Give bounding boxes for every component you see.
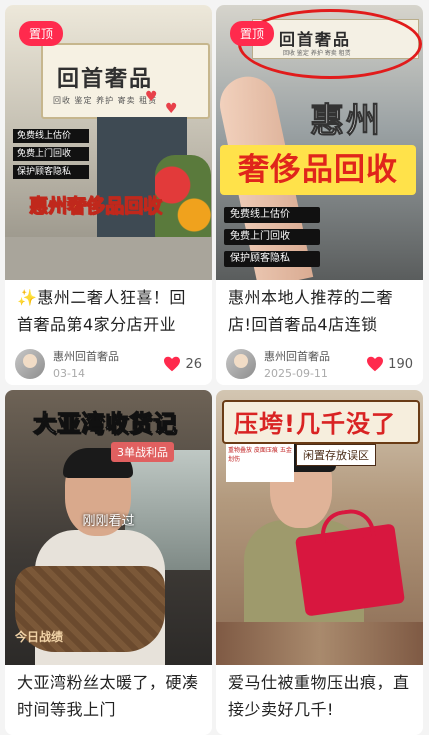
- heart-balloon-icon: ♥: [165, 101, 178, 117]
- recently-viewed-overlay: 刚刚看过: [82, 514, 135, 529]
- cover-corner-text: 今日战绩: [15, 630, 64, 644]
- note-card[interactable]: 压垮!几千没了 闲置存放误区 重物叠放 皮面压痕 五金划伤 爱马仕被重物压出痕，…: [216, 390, 423, 735]
- like-button[interactable]: 26: [163, 356, 202, 372]
- note-cover-image[interactable]: 置顶 回首奢品 回收 鉴定 养护 寄卖 租赁 ♥ ♥ 免费线上估价 免费上门回收…: [5, 5, 212, 280]
- cover-bullet: 免费线上估价: [13, 129, 89, 143]
- store-sign: 回首奢品 回收 鉴定 养护 寄卖 租赁: [41, 43, 210, 119]
- cover-banner: 压垮!几千没了: [222, 400, 420, 444]
- floor: [5, 237, 212, 280]
- note-card[interactable]: 置顶 回首奢品 回收 鉴定 养护 寄卖 租赁 ♥ ♥ 免费线上估价 免费上门回收…: [5, 5, 212, 385]
- note-card[interactable]: 大亚湾收货记 3单战利品 刚刚看过 今日战绩 大亚湾粉丝太暖了，硬凑时间等我上门: [5, 390, 212, 735]
- note-title[interactable]: 大亚湾粉丝太暖了，硬凑时间等我上门: [5, 665, 212, 723]
- cover-tag: 3单战利品: [111, 442, 174, 462]
- cover-headline: 压垮!几千没了: [234, 410, 396, 438]
- cover-headline: 惠州奢侈品回收: [28, 195, 163, 218]
- cover-headline: 惠州: [310, 101, 382, 142]
- note-cover-image[interactable]: 压垮!几千没了 闲置存放误区 重物叠放 皮面压痕 五金划伤: [216, 390, 423, 665]
- note-card[interactable]: 置顶 回首奢品 回收 鉴定 养护 寄卖 租赁 惠州 奢侈品回收 免费线上估价 免…: [216, 5, 423, 385]
- post-date: 03-14: [53, 367, 85, 380]
- cover-bullet: 免费上门回收: [224, 229, 320, 245]
- display-counter: [216, 622, 423, 665]
- note-cover-image[interactable]: 置顶 回首奢品 回收 鉴定 养护 寄卖 租赁 惠州 奢侈品回收 免费线上估价 免…: [216, 5, 423, 280]
- heart-icon: [367, 356, 384, 372]
- avatar[interactable]: [226, 349, 256, 379]
- avatar[interactable]: [15, 349, 45, 379]
- like-count: 26: [185, 356, 202, 372]
- note-meta: 惠州回首奢品 03-14 26: [5, 338, 212, 384]
- cover-bullet: 免费线上估价: [224, 207, 320, 223]
- note-cover-image[interactable]: 大亚湾收货记 3单战利品 刚刚看过 今日战绩: [5, 390, 212, 665]
- cover-note: 重物叠放 皮面压痕 五金划伤: [226, 444, 294, 482]
- note-title[interactable]: ✨惠州二奢人狂喜！回首奢品第4家分店开业: [5, 280, 212, 338]
- cover-headline: 大亚湾收货记: [33, 411, 177, 438]
- note-title[interactable]: 惠州本地人推荐的二奢店!回首奢品4店连锁: [216, 280, 423, 338]
- note-meta: 惠州回首奢品 2025-09-11 190: [216, 338, 423, 384]
- cover-bullet: 保护顾客隐私: [224, 251, 320, 267]
- store-sign-title: 回首奢品: [57, 67, 154, 92]
- heart-icon: [164, 356, 181, 372]
- like-button[interactable]: 190: [366, 356, 413, 372]
- pinned-badge: 置顶: [19, 21, 64, 46]
- author-name[interactable]: 惠州回首奢品: [264, 348, 366, 364]
- cover-headline: 奢侈品回收: [220, 145, 416, 195]
- heart-balloon-icon: ♥: [145, 89, 158, 105]
- post-date: 2025-09-11: [264, 367, 328, 380]
- author-name[interactable]: 惠州回首奢品: [53, 348, 163, 364]
- note-title[interactable]: 爱马仕被重物压出痕，直接少卖好几千!: [216, 665, 423, 723]
- store-sign-subtitle: 回收 鉴定 养护 寄卖 租赁: [53, 96, 158, 105]
- cover-bullet: 免费上门回收: [13, 147, 89, 161]
- cover-subtitle: 闲置存放误区: [296, 444, 376, 466]
- cover-bullet: 保护顾客隐私: [13, 165, 89, 179]
- like-count: 190: [388, 356, 413, 372]
- handbag: [294, 523, 406, 617]
- note-feed: 置顶 回首奢品 回收 鉴定 养护 寄卖 租赁 ♥ ♥ 免费线上估价 免费上门回收…: [0, 0, 429, 735]
- pinned-badge: 置顶: [230, 21, 275, 46]
